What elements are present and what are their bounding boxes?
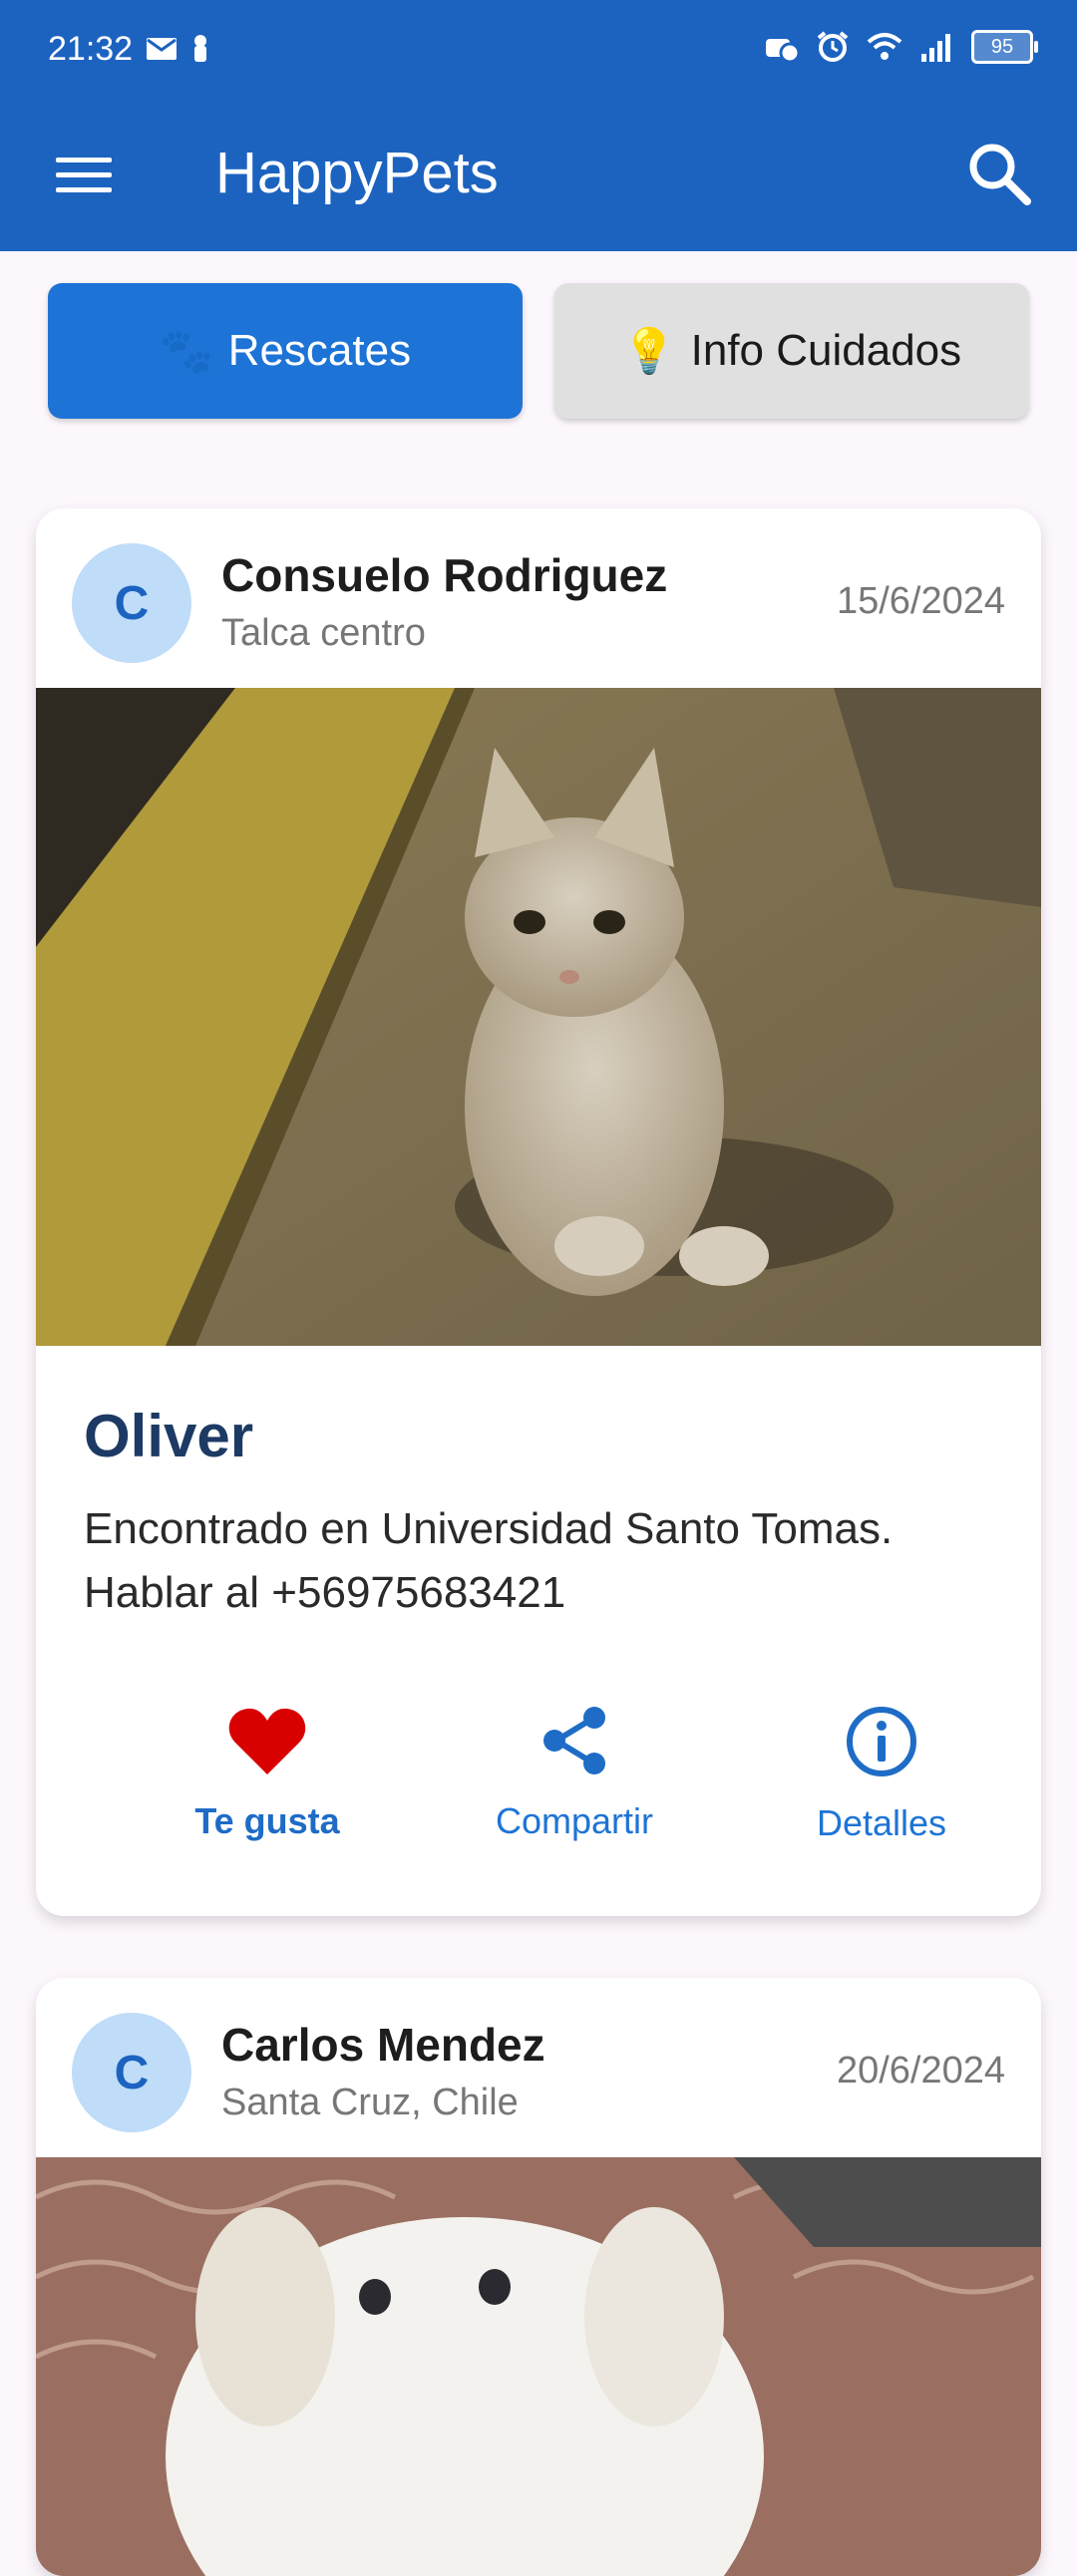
alarm-icon	[817, 31, 849, 62]
like-button[interactable]: Te gusta	[138, 1705, 397, 1894]
post-card: C Consuelo Rodriguez Talca centro 15/6/2…	[36, 508, 1041, 1916]
share-label: Compartir	[495, 1800, 654, 1841]
search-icon[interactable]	[963, 138, 1035, 209]
post-location: Santa Cruz, Chile	[221, 2082, 519, 2123]
author-name: Consuelo Rodriguez	[221, 549, 668, 601]
status-time: 21:32	[48, 30, 134, 68]
details-button[interactable]: Detalles	[752, 1705, 1011, 1894]
notification-icon	[194, 35, 206, 62]
mail-icon	[147, 38, 177, 60]
info-icon	[847, 1707, 916, 1776]
post-date: 20/6/2024	[836, 2050, 1005, 2092]
post-date: 15/6/2024	[836, 580, 1005, 622]
status-bar: 21:32 95	[0, 0, 1077, 104]
tab-rescates-label: Rescates	[227, 326, 412, 375]
signal-icon	[921, 34, 950, 62]
tab-rescates[interactable]: 🐾 Rescates	[48, 283, 523, 419]
battery-icon: 95	[971, 30, 1038, 64]
tab-info-cuidados[interactable]: 💡 Info Cuidados	[554, 283, 1029, 419]
pet-photo[interactable]	[36, 2157, 1041, 2576]
avatar: C	[72, 2013, 191, 2132]
lightbulb-icon: 💡	[621, 327, 677, 376]
status-left-icons	[146, 34, 209, 64]
avatar: C	[72, 543, 191, 663]
menu-icon[interactable]	[56, 148, 112, 203]
paw-icon: 🐾	[159, 327, 214, 376]
details-label: Detalles	[816, 1802, 947, 1843]
heart-icon	[228, 1708, 306, 1774]
post-card: C Carlos Mendez Santa Cruz, Chile 20/6/2…	[36, 1978, 1041, 2576]
share-icon	[543, 1707, 605, 1774]
pet-name: Oliver	[84, 1403, 254, 1469]
post-header: C Carlos Mendez Santa Cruz, Chile 20/6/2…	[36, 1978, 1041, 2157]
status-right-icons: 95	[764, 30, 1038, 64]
data-saver-icon	[766, 39, 800, 63]
like-label: Te gusta	[194, 1800, 340, 1841]
tab-info-label: Info Cuidados	[690, 326, 962, 375]
wifi-icon	[867, 33, 902, 60]
pet-description: Encontrado en Universidad Santo Tomas. H…	[84, 1504, 894, 1617]
author-name: Carlos Mendez	[221, 2019, 545, 2071]
app-title: HappyPets	[215, 141, 499, 205]
post-location: Talca centro	[221, 612, 426, 654]
pet-photo[interactable]	[36, 688, 1041, 1346]
share-button[interactable]: Compartir	[445, 1705, 704, 1894]
post-header: C Consuelo Rodriguez Talca centro 15/6/2…	[36, 508, 1041, 688]
app-bar: HappyPets	[0, 104, 1077, 251]
